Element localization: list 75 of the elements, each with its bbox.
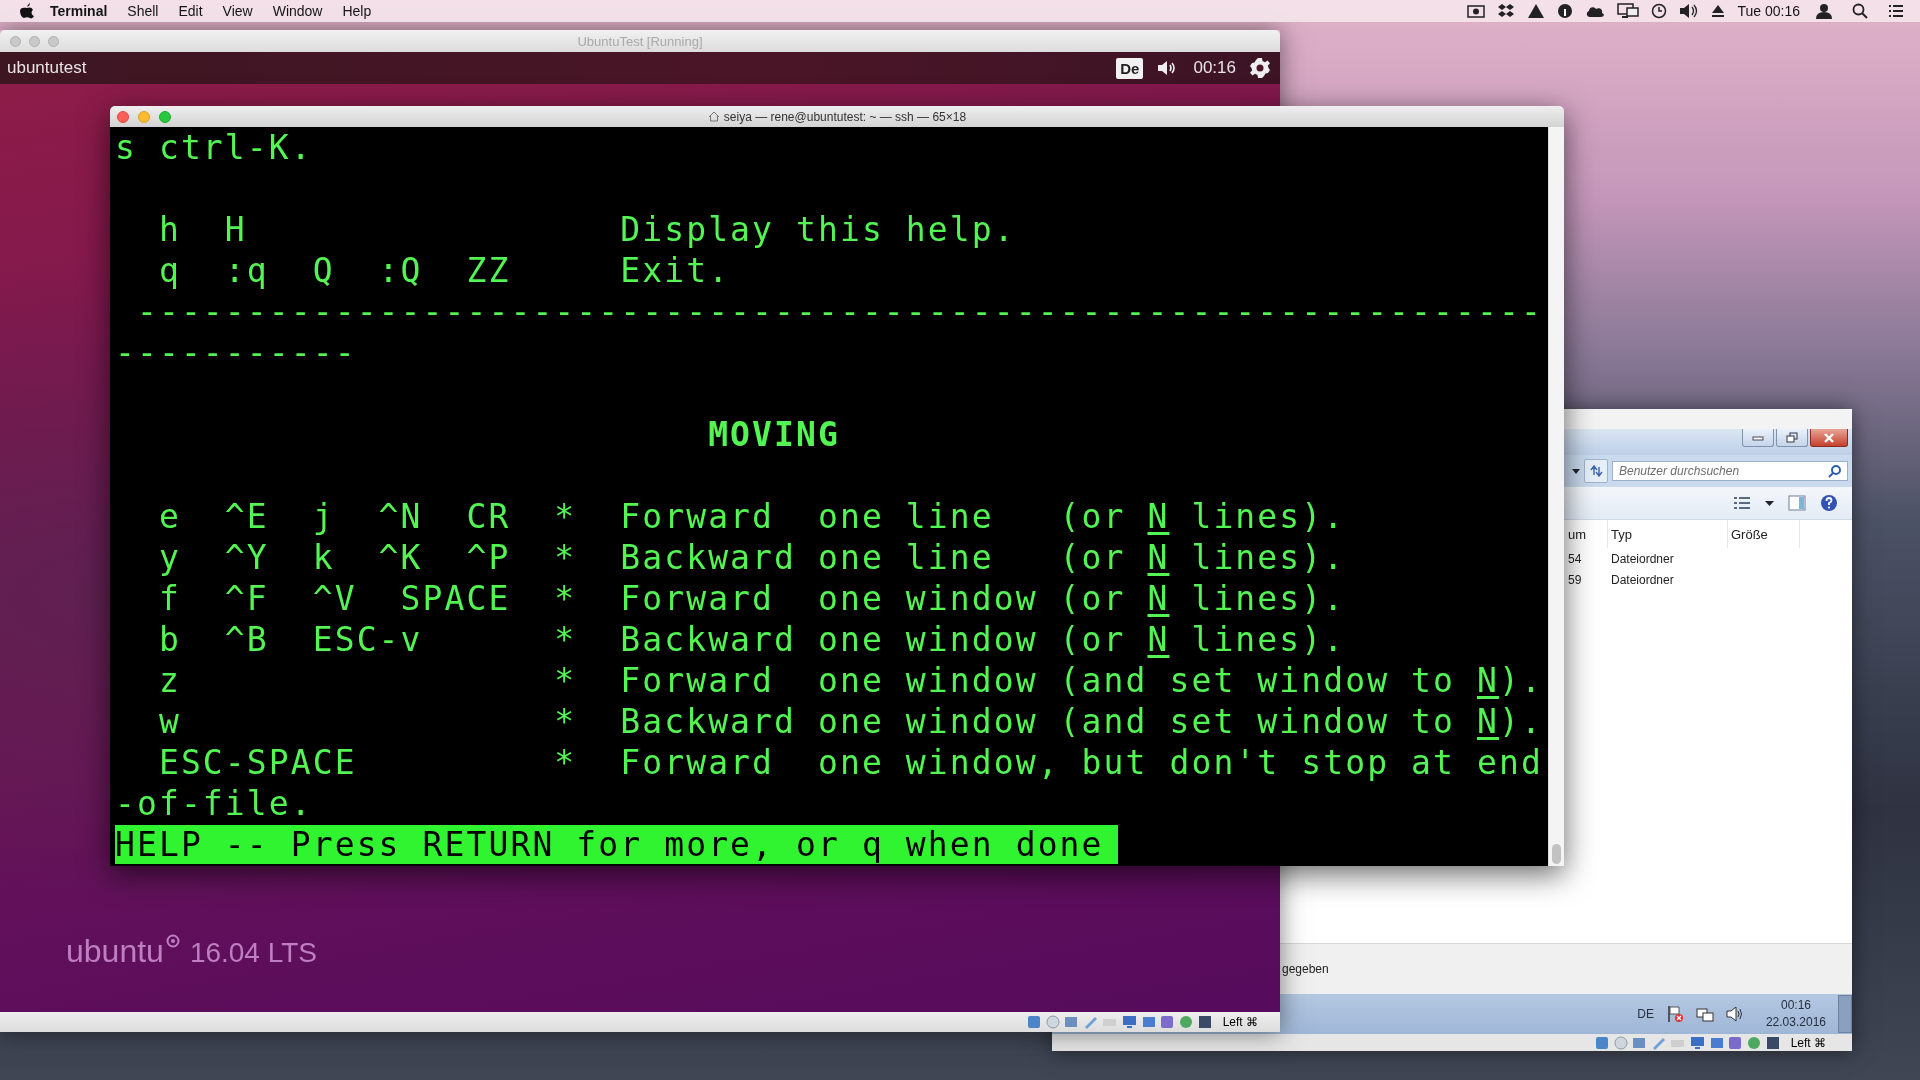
info-icon[interactable] (1557, 3, 1574, 19)
host-key-label: Left ⌘ (1222, 1015, 1258, 1029)
circle-of-friends-icon (165, 934, 180, 948)
close-icon (1823, 432, 1835, 443)
terminal-line: f ^F ^V SPACE * Forward one window (or N lines). (157, 579, 1346, 618)
menu-bar-clock[interactable]: Tue 00:16 (1737, 3, 1800, 19)
list-icon[interactable] (1888, 4, 1904, 18)
minus-icon (1752, 434, 1764, 441)
window-title: UbuntuTest [Running] (577, 33, 703, 49)
terminal-line: z * Forward one window (and set window to N). (157, 661, 1543, 700)
menu-item[interactable]: Terminal (40, 0, 118, 22)
terminal-line: s ctrl-K. (115, 128, 313, 167)
cloud-icon[interactable] (1585, 4, 1606, 18)
section-heading: MOVING (707, 415, 840, 454)
close-button[interactable] (1810, 429, 1848, 447)
caret-icon[interactable] (1765, 500, 1774, 506)
column-header[interactable]: Typ (1608, 520, 1728, 548)
version-label: 16.04 LTS (189, 936, 317, 970)
triangle-icon[interactable] (1527, 3, 1546, 19)
language-indicator[interactable]: DE (1637, 1007, 1654, 1021)
house-icon (707, 111, 720, 122)
clock-icon[interactable] (1651, 3, 1668, 19)
table-cell-text: Dateiordner (1610, 551, 1675, 566)
overlapping-windows-icon (1786, 432, 1798, 443)
menu-item[interactable]: Window (262, 0, 333, 22)
video-icon[interactable] (1467, 4, 1486, 18)
panel-clock[interactable]: 00:16 (1193, 58, 1236, 78)
terminal-line: ESC-SPACE * Forward one window, but don't stop at end (157, 743, 1543, 782)
details-view-icon[interactable] (1733, 496, 1751, 510)
gear-icon[interactable] (1250, 58, 1270, 78)
refresh-icon (1589, 465, 1603, 477)
minimize-button[interactable] (1742, 429, 1774, 447)
restore-button[interactable] (1776, 429, 1808, 447)
taskbar-clock[interactable]: 00:16 22.03.2016 (1765, 997, 1826, 1031)
status-text: gegeben (1282, 962, 1329, 976)
caret-icon[interactable] (1572, 468, 1580, 474)
terminal-line: w * Backward one window (and set window to N). (157, 702, 1543, 741)
speaker-icon[interactable] (1679, 3, 1700, 19)
terminal-line: -of-file. (115, 784, 313, 823)
hostname-label: ubuntutest (7, 58, 87, 78)
ubuntu-wordmark: ubuntu (66, 934, 164, 968)
help-icon[interactable] (1820, 494, 1838, 512)
column-header[interactable]: um (1565, 520, 1608, 548)
user-icon[interactable] (1816, 3, 1832, 19)
pager-prompt: HELP -- Press RETURN for more, or q when done (115, 825, 1118, 864)
boxes-icon[interactable] (1497, 3, 1516, 19)
terminal-line: q :q Q :Q ZZ Exit. (157, 251, 731, 290)
terminal-line: b ^B ESC-v * Backward one window (or N lines). (157, 620, 1346, 659)
search-icon[interactable] (1852, 3, 1868, 19)
terminal-line: h H Display this help. (157, 210, 1016, 249)
menu-item[interactable]: Edit (168, 0, 213, 22)
eject-icon[interactable] (1711, 4, 1726, 18)
scroll-bar[interactable] (1548, 127, 1564, 866)
refresh-button[interactable] (1584, 459, 1608, 483)
table-cell-text: 54 (1567, 551, 1583, 566)
menu-item[interactable]: Help (332, 0, 382, 22)
terminal-line: y ^Y k ^K ^P * Backward one line (or N lines). (157, 538, 1346, 577)
speaker-icon[interactable] (1725, 1005, 1744, 1023)
terminal-line: e ^E j ^N CR * Forward one line (or N lines). (157, 497, 1346, 536)
terminal-line: ----------- (115, 333, 357, 372)
terminal-line: ---------------------------------------------------------------- (135, 292, 1543, 331)
host-key-label: Left ⌘ (1790, 1035, 1826, 1050)
flag-icon[interactable] (1665, 1005, 1684, 1023)
keyboard-layout-indicator[interactable]: De (1116, 57, 1144, 79)
search-field[interactable]: Benutzer durchsuchen (1612, 461, 1848, 481)
network-icon[interactable] (1695, 1005, 1714, 1023)
display-icon[interactable] (1617, 3, 1640, 19)
table-cell-text: 59 (1567, 572, 1583, 587)
menu-item[interactable]: Shell (117, 0, 169, 22)
table-cell-text: Dateiordner (1610, 572, 1675, 587)
menu-item[interactable]: View (212, 0, 263, 22)
window-title: seiya — rene@ubuntutest: ~ — ssh — 65×18 (723, 109, 967, 124)
apple-icon[interactable] (20, 3, 34, 19)
search-icon[interactable] (1828, 464, 1842, 478)
column-header[interactable]: Größe (1728, 520, 1800, 548)
